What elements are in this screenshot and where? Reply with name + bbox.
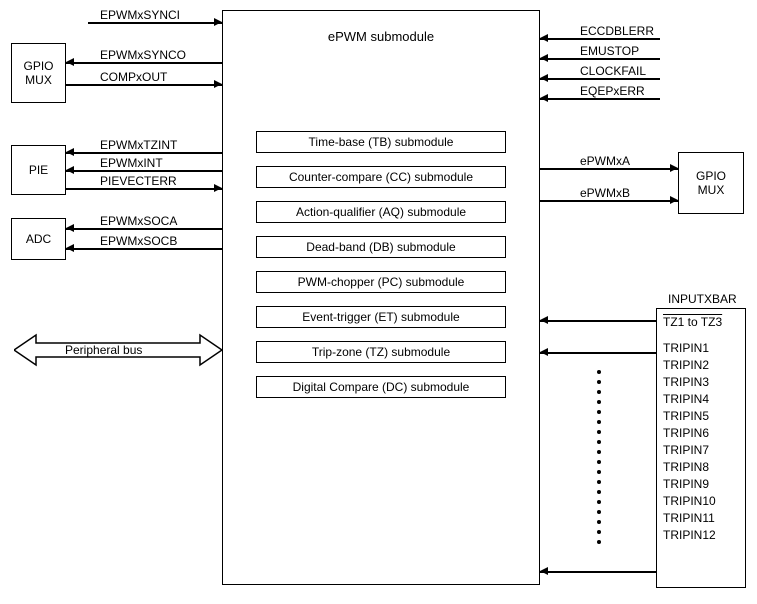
pievecterr-line: [66, 188, 222, 190]
tzint-line: [66, 152, 222, 154]
compxout-arrow: [214, 80, 222, 88]
trip-arrow-top: [540, 348, 548, 356]
socb-arrow: [66, 244, 74, 252]
clockfail-arrow: [540, 74, 548, 82]
epwmxb-label: ePWMxB: [580, 186, 630, 200]
right-gpio-mux-box: GPIO MUX: [678, 152, 744, 214]
socb-line: [66, 248, 222, 250]
pbus-label: Peripheral bus: [65, 343, 142, 357]
gpio-mux-label: GPIO MUX: [23, 59, 53, 87]
sub-cc: Counter-compare (CC) submodule: [256, 166, 506, 188]
emustop-arrow: [540, 54, 548, 62]
xint-label: EPWMxINT: [100, 156, 163, 170]
tripin-item: TRIPIN12: [663, 528, 739, 542]
tripin-list: TRIPIN1 TRIPIN2 TRIPIN3 TRIPIN4 TRIPIN5 TRIPI…: [663, 341, 739, 542]
sub-tb: Time-base (TB) submodule: [256, 131, 506, 153]
tripin-item: TRIPIN4: [663, 392, 739, 406]
xint-line: [66, 170, 222, 172]
xint-arrow: [66, 166, 74, 174]
sub-et: Event-trigger (ET) submodule: [256, 306, 506, 328]
sub-tz: Trip-zone (TZ) submodule: [256, 341, 506, 363]
tripin-item: TRIPIN11: [663, 511, 739, 525]
tripin-item: TRIPIN6: [663, 426, 739, 440]
epwmxb-arrow: [670, 196, 678, 204]
dotted-continuation: [596, 370, 602, 560]
clockfail-label: CLOCKFAIL: [580, 64, 646, 78]
sub-aq: Action-qualifier (AQ) submodule: [256, 201, 506, 223]
epwm-submodule-box: ePWM submodule: [222, 10, 540, 585]
eccdblerr-arrow: [540, 34, 548, 42]
tripin-item: TRIPIN8: [663, 460, 739, 474]
synci-line: [88, 22, 222, 24]
eqepxerr-arrow: [540, 94, 548, 102]
pie-box: PIE: [11, 145, 66, 195]
socb-label: EPWMxSOCB: [100, 234, 177, 248]
epwmxa-label: ePWMxA: [580, 154, 630, 168]
tz-arrow: [540, 316, 548, 324]
eqepxerr-label: EQEPxERR: [580, 84, 645, 98]
synco-line: [66, 62, 222, 64]
tripin-item: TRIPIN10: [663, 494, 739, 508]
tripin-item: TRIPIN1: [663, 341, 739, 355]
pievecterr-arrow: [214, 184, 222, 192]
tripin-item: TRIPIN9: [663, 477, 739, 491]
tripin-item: TRIPIN5: [663, 409, 739, 423]
compxout-line: [66, 84, 222, 86]
soca-line: [66, 228, 222, 230]
tz-line: [540, 320, 656, 322]
soca-label: EPWMxSOCA: [100, 214, 177, 228]
eccdblerr-line: [540, 38, 660, 40]
soca-arrow: [66, 224, 74, 232]
synci-label: EPWMxSYNCI: [100, 8, 180, 22]
epwm-title: ePWM submodule: [328, 29, 434, 44]
trip-line-bot: [540, 571, 656, 573]
epwmxb-line: [540, 200, 678, 202]
sub-db: Dead-band (DB) submodule: [256, 236, 506, 258]
adc-box: ADC: [11, 218, 66, 260]
diagram-canvas: ePWM submodule Time-base (TB) submodule …: [0, 0, 757, 604]
synco-arrow: [66, 58, 74, 66]
synco-label: EPWMxSYNCO: [100, 48, 186, 62]
epwmxa-line: [540, 168, 678, 170]
emustop-line: [540, 58, 660, 60]
sub-dc: Digital Compare (DC) submodule: [256, 376, 506, 398]
compxout-label: COMPxOUT: [100, 70, 167, 84]
tzint-arrow: [66, 148, 74, 156]
trip-line-top: [540, 352, 656, 354]
inputxbar-box: TZ1 to TZ3 TRIPIN1TRIPIN2TRIPIN3TRIPIN4T…: [656, 308, 746, 588]
inputxbar-title: INPUTXBAR: [668, 292, 737, 306]
adc-label: ADC: [26, 232, 51, 246]
eqepxerr-line: [540, 98, 660, 100]
tripin-item: TRIPIN7: [663, 443, 739, 457]
sub-pc: PWM-chopper (PC) submodule: [256, 271, 506, 293]
right-gpio-mux-label: GPIO MUX: [696, 169, 726, 197]
trip-arrow-bot: [540, 567, 548, 575]
tripin-item: TRIPIN3: [663, 375, 739, 389]
pievecterr-label: PIEVECTERR: [100, 174, 177, 188]
left-gpio-mux-box: GPIO MUX: [11, 43, 66, 103]
tripin-item: TRIPIN2: [663, 358, 739, 372]
emustop-label: EMUSTOP: [580, 44, 639, 58]
synci-arrow: [214, 18, 222, 26]
tz-label: TZ1 to TZ3: [663, 315, 739, 329]
tzint-label: EPWMxTZINT: [100, 138, 177, 152]
clockfail-line: [540, 78, 660, 80]
epwmxa-arrow: [670, 164, 678, 172]
eccdblerr-label: ECCDBLERR: [580, 24, 654, 38]
pie-label: PIE: [29, 163, 48, 177]
